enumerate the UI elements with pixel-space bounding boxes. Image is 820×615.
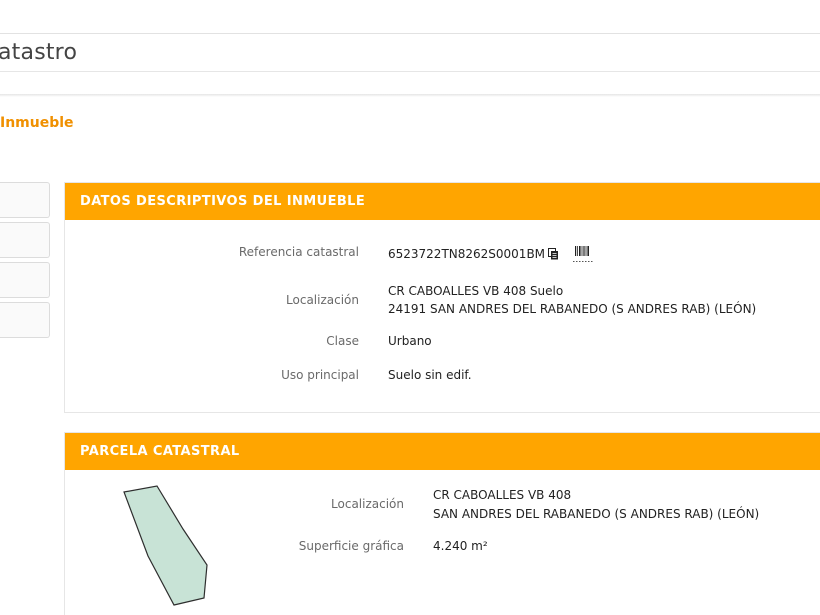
- side-tab-4[interactable]: [0, 302, 50, 338]
- side-tab-2[interactable]: [0, 222, 50, 258]
- side-tabs: [0, 182, 50, 342]
- app-title: atastro: [0, 40, 78, 65]
- app-title-bar: atastro: [0, 34, 820, 72]
- superficie-grafica-label: Superficie gráfica: [298, 539, 404, 553]
- referencia-catastral-value: 6523722TN8262S0001BM: [388, 247, 559, 263]
- datos-descriptivos-panel: DATOS DESCRIPTIVOS DEL INMUEBLE Referenc…: [64, 182, 820, 413]
- referencia-catastral-label: Referencia catastral: [238, 245, 359, 259]
- browser-top-strip: [0, 0, 820, 34]
- localizacion-line1: CR CABOALLES VB 408 Suelo: [388, 284, 564, 298]
- page-heading: Inmueble: [0, 115, 74, 131]
- superficie-grafica-value: 4.240 m²: [433, 539, 488, 553]
- uso-principal-label: Uso principal: [281, 368, 359, 382]
- title-divider: [0, 94, 820, 97]
- side-tab-3[interactable]: [0, 262, 50, 298]
- clase-value: Urbano: [388, 334, 432, 348]
- copy-icon[interactable]: [548, 248, 559, 263]
- localizacion-line2: 24191 SAN ANDRES DEL RABANEDO (S ANDRES …: [388, 302, 757, 316]
- referencia-catastral-text[interactable]: 6523722TN8262S0001BM: [388, 247, 545, 261]
- parcela-localizacion-line1: CR CABOALLES VB 408: [433, 488, 572, 502]
- side-tab-1[interactable]: [0, 182, 50, 218]
- parcel-map-thumbnail[interactable]: [120, 484, 220, 609]
- parcela-localizacion-label: Localización: [331, 497, 404, 511]
- parcela-localizacion-line2: SAN ANDRES DEL RABANEDO (S ANDRES RAB) (…: [433, 507, 760, 521]
- barcode-icon[interactable]: [573, 245, 593, 263]
- datos-descriptivos-header: DATOS DESCRIPTIVOS DEL INMUEBLE: [65, 183, 820, 220]
- clase-label: Clase: [326, 334, 359, 348]
- localizacion-label: Localización: [286, 293, 359, 307]
- parcela-catastral-header: PARCELA CATASTRAL: [65, 433, 820, 470]
- uso-principal-value: Suelo sin edif.: [388, 368, 472, 382]
